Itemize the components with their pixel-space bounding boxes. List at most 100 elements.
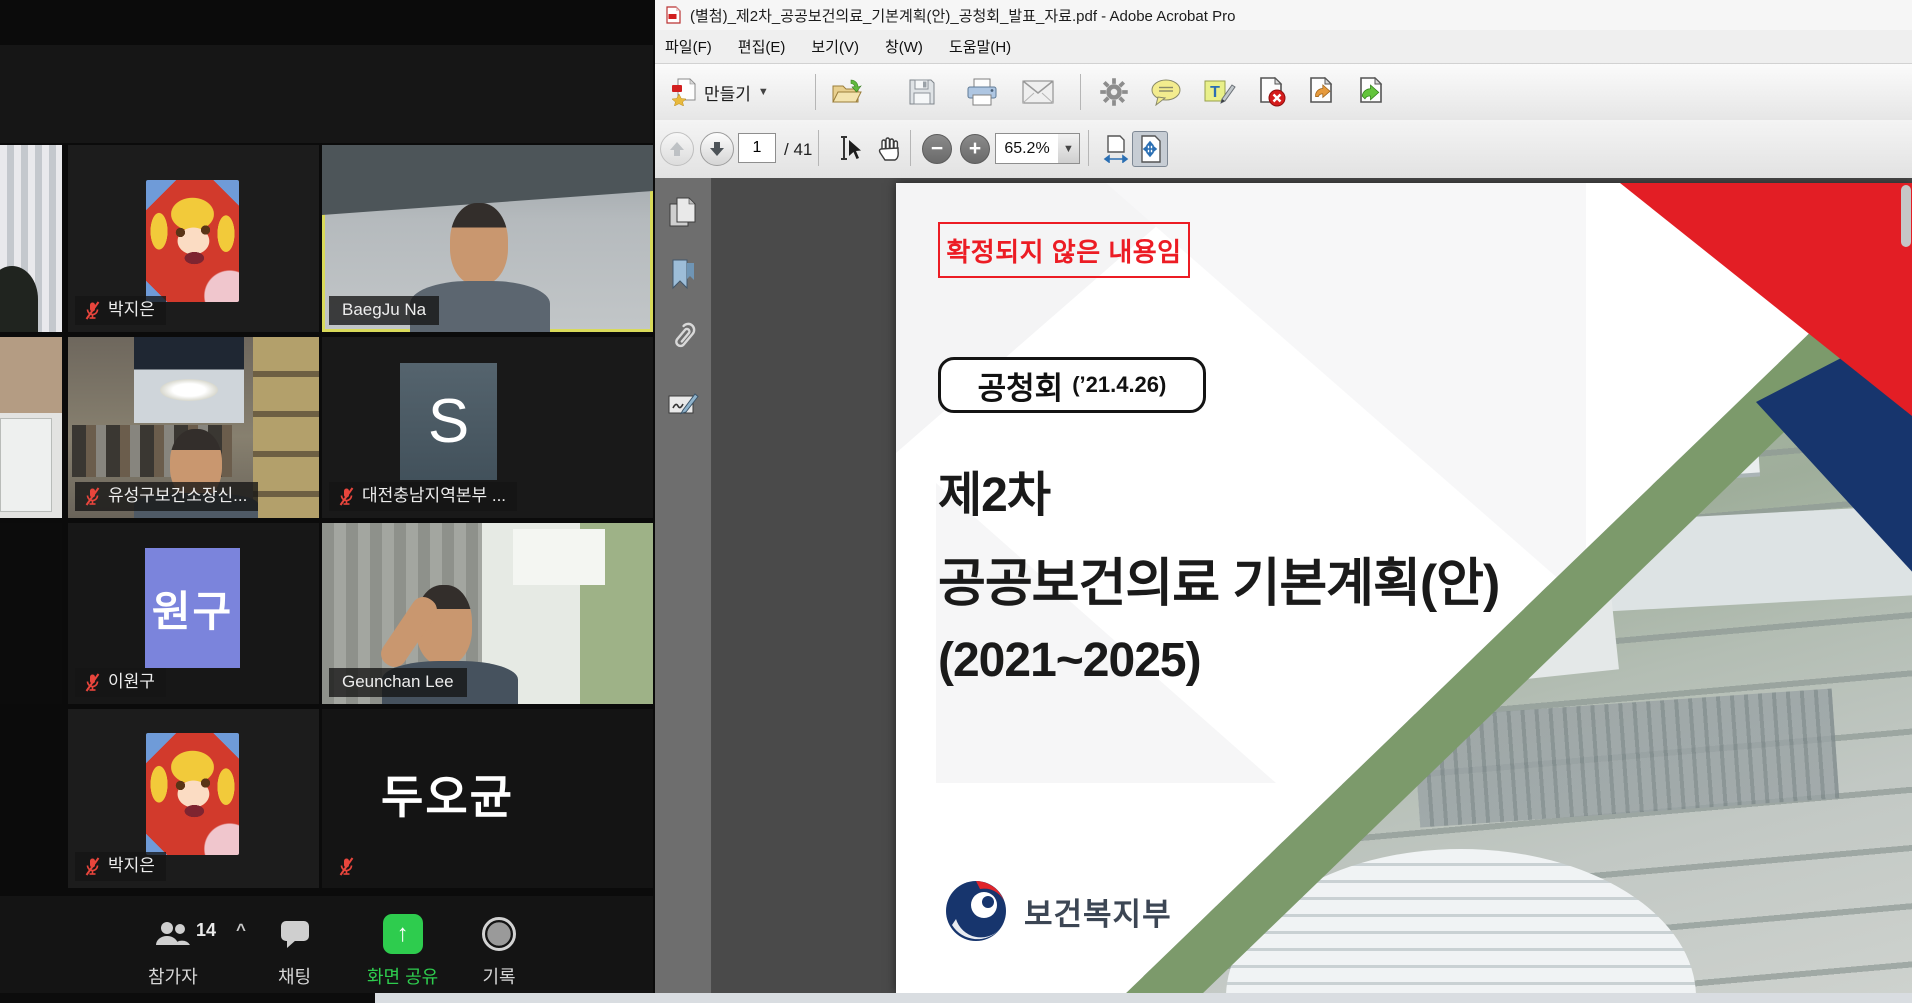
ministry-logo-block: 보건복지부 — [942, 877, 1172, 945]
hearing-badge-date: (’21.4.26) — [1072, 372, 1166, 398]
page-green-arrow-icon — [1357, 77, 1387, 107]
menu-window[interactable]: 창(W) — [885, 36, 923, 57]
acrobat-navbar: / 41 — [655, 120, 1912, 179]
participants-icon — [154, 919, 192, 949]
save-icon — [908, 78, 936, 106]
attachments-icon[interactable] — [667, 320, 700, 353]
video-tile-leewongu[interactable]: 원구 이원구 — [68, 523, 319, 704]
fit-page-button[interactable] — [1132, 131, 1168, 167]
chat-icon — [279, 919, 311, 949]
profile-image — [146, 733, 239, 855]
edit-text-button[interactable]: T — [1201, 73, 1239, 111]
participant-name: BaegJu Na — [342, 300, 426, 320]
taskbar-strip[interactable] — [375, 993, 1912, 1003]
zoom-in-button[interactable]: + — [960, 134, 990, 164]
participant-name: Geunchan Lee — [342, 672, 454, 692]
video-tile-partial[interactable] — [0, 145, 62, 332]
participant-name-large: 두오균 — [322, 761, 573, 827]
mic-muted-icon — [84, 673, 101, 692]
video-tile-yuseong[interactable]: 유성구보건소장신... — [68, 337, 319, 518]
toolbar-separator — [818, 130, 819, 166]
avatar-letter: S — [428, 386, 469, 457]
share-screen-icon: ↑ — [383, 914, 423, 954]
video-tile-daejeon[interactable]: S 대전충남지역본부 ... — [322, 337, 653, 518]
scrollbar-thumb[interactable] — [1901, 185, 1911, 247]
hearing-badge: 공청회 (’21.4.26) — [938, 357, 1206, 413]
hand-tool-icon — [877, 136, 903, 162]
profile-image — [146, 180, 239, 302]
participant-name: 유성구보건소장신... — [108, 486, 247, 506]
menu-help[interactable]: 도움말(H) — [949, 36, 1011, 57]
screen: 박지은 BaegJu Na — [0, 0, 1912, 1003]
fit-width-icon — [1103, 135, 1129, 163]
chevron-up-icon[interactable]: ^ — [236, 920, 246, 940]
save-button[interactable] — [903, 73, 941, 111]
edit-text-icon: T — [1204, 77, 1236, 107]
zoom-control-bar: 참가자 14 ^ 채팅 ↑ 화면 공유 — [0, 896, 653, 993]
taskbar-strip-dark — [0, 993, 375, 1003]
video-tile-parkjieun-1[interactable]: 박지은 — [68, 145, 319, 332]
chat-label: 채팅 — [278, 963, 311, 989]
video-tile-parkjieun-2[interactable]: 박지은 — [68, 709, 319, 888]
participants-label: 참가자 — [148, 963, 198, 989]
participant-label: BaegJu Na — [329, 296, 439, 325]
hand-tool-button[interactable] — [871, 130, 909, 168]
video-tile-partial[interactable] — [0, 523, 62, 704]
delete-page-button[interactable] — [1253, 73, 1291, 111]
zoom-out-button[interactable]: − — [922, 134, 952, 164]
toolbar-separator — [910, 130, 911, 166]
acrobat-titlebar[interactable]: (별첨)_제2차_공공보건의료_기본계획(안)_공청회_발표_자료.pdf - … — [655, 0, 1912, 30]
participants-count: 14 — [196, 920, 216, 941]
avatar: S — [400, 363, 497, 480]
participant-name: 박지은 — [108, 300, 155, 320]
pdf-file-icon — [665, 6, 682, 24]
svg-text:T: T — [1210, 84, 1220, 101]
record-button[interactable]: 기록 — [482, 914, 516, 989]
draft-notice-text: 확정되지 않은 내용임 — [946, 232, 1181, 269]
participant-name: 박지은 — [108, 856, 155, 876]
video-tile-duogyun[interactable]: 두오균 — [322, 709, 653, 888]
page-thumbnails-icon[interactable] — [667, 196, 700, 229]
email-button[interactable] — [1019, 73, 1057, 111]
page-number-input[interactable] — [738, 133, 776, 163]
participant-label — [329, 853, 366, 881]
zoom-level-dropdown[interactable]: ▼ — [1058, 133, 1080, 164]
signature-icon[interactable] — [667, 388, 700, 421]
print-button[interactable] — [963, 73, 1001, 111]
create-pdf-button[interactable]: 만들기 ▼ — [663, 73, 777, 111]
participant-label: 대전충남지역본부 ... — [329, 482, 517, 511]
comment-button[interactable] — [1147, 73, 1185, 111]
avatar: 원구 — [145, 548, 240, 668]
participants-button[interactable]: 참가자 — [148, 914, 198, 989]
chat-button[interactable]: 채팅 — [278, 914, 311, 989]
bookmarks-icon[interactable] — [667, 258, 700, 291]
zoom-level-value[interactable]: 65.2% — [995, 133, 1059, 164]
pdf-page[interactable]: 확정되지 않은 내용임 공청회 (’21.4.26) 제2차 공공보건의료 기본… — [896, 183, 1912, 993]
participant-label: 박지은 — [75, 296, 166, 325]
previous-page-button[interactable] — [660, 132, 694, 166]
share-screen-button[interactable]: ↑ 화면 공유 — [367, 914, 438, 989]
menu-view[interactable]: 보기(V) — [811, 36, 859, 57]
video-tile-baegju-na-active[interactable]: BaegJu Na — [322, 145, 653, 332]
menu-edit[interactable]: 편집(E) — [738, 36, 786, 57]
menu-file[interactable]: 파일(F) — [665, 36, 712, 57]
next-page-button[interactable] — [700, 132, 734, 166]
mic-muted-icon — [84, 301, 101, 320]
fit-width-button[interactable] — [1098, 131, 1134, 167]
gear-icon — [1099, 77, 1129, 107]
export-page-button[interactable] — [1303, 73, 1341, 111]
dropdown-arrow-icon: ▼ — [1063, 143, 1074, 155]
open-button[interactable] — [828, 73, 866, 111]
zoom-level-text: 65.2% — [1004, 140, 1049, 158]
whiteboard — [0, 418, 52, 512]
document-title-line3: (2021~2025) — [938, 633, 1201, 688]
record-label: 기록 — [482, 963, 515, 989]
video-tile-partial[interactable] — [0, 337, 62, 518]
settings-button[interactable] — [1095, 73, 1133, 111]
open-folder-icon — [831, 78, 863, 106]
select-tool-button[interactable] — [831, 130, 869, 168]
share-page-button[interactable] — [1353, 73, 1391, 111]
participant-name: 대전충남지역본부 ... — [362, 486, 506, 506]
up-arrow-icon — [668, 140, 686, 158]
video-tile-geunchan-lee[interactable]: Geunchan Lee — [322, 523, 653, 704]
